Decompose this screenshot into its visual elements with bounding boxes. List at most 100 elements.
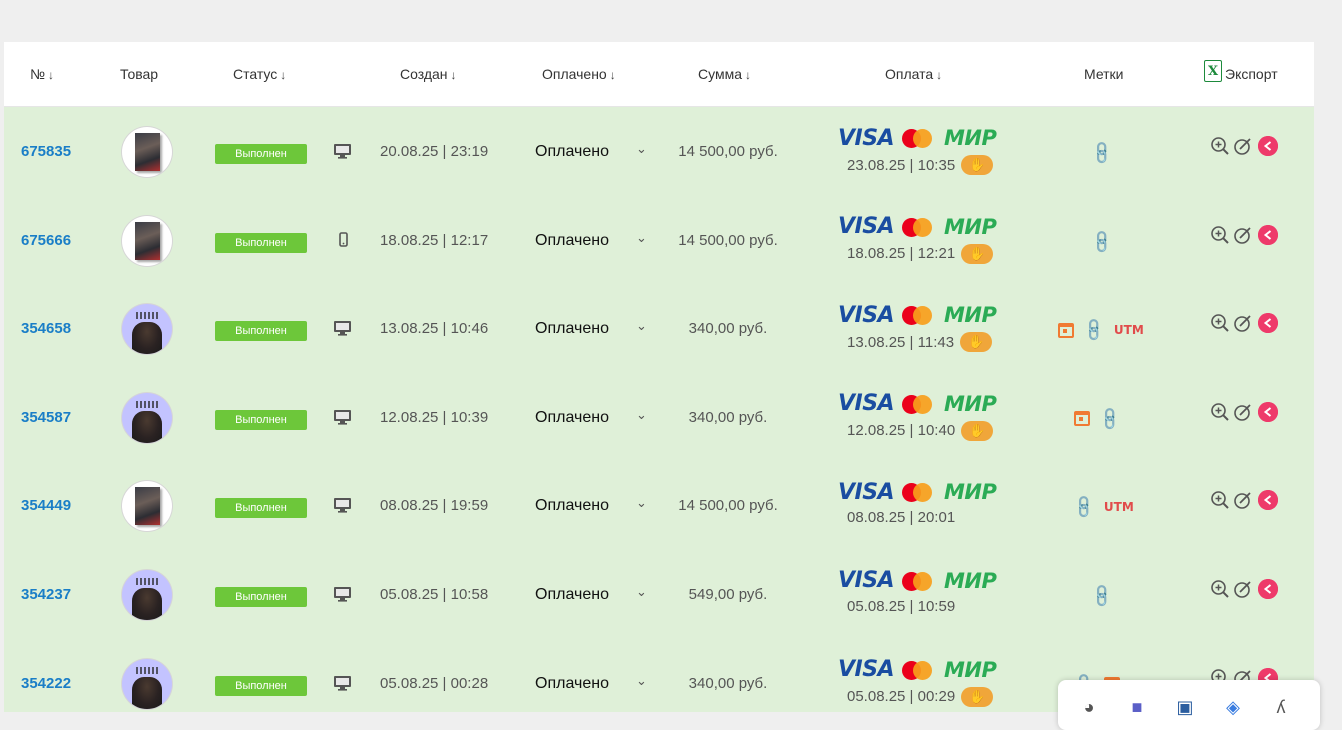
payment-status-select[interactable]: Оплачено [535, 143, 609, 161]
export-button[interactable]: X Экспорт [1204, 42, 1278, 106]
app-icon[interactable]: ◕ [1076, 694, 1102, 720]
zoom-icon[interactable] [1210, 136, 1230, 156]
link-icon[interactable]: 🔗 [1096, 405, 1124, 433]
mastercard-logo [902, 216, 938, 238]
order-number-link[interactable]: 354222 [21, 675, 71, 692]
edit-icon[interactable] [1233, 490, 1253, 510]
delete-icon[interactable] [1258, 578, 1278, 599]
app-icon[interactable]: ʎ [1268, 694, 1294, 720]
order-number-link[interactable]: 354449 [21, 497, 71, 514]
payment-status-select[interactable]: Оплачено [535, 409, 609, 427]
edit-icon[interactable] [1233, 313, 1253, 333]
payment-methods: VISA МИР [838, 391, 1000, 416]
payment-date-text: 12.08.25 | 10:40 [847, 422, 956, 440]
chevron-down-icon[interactable]: ⌄ [636, 495, 647, 511]
zoom-icon[interactable] [1210, 579, 1230, 599]
edit-icon[interactable] [1233, 579, 1253, 599]
order-number-link[interactable]: 675666 [21, 232, 71, 249]
app-icon[interactable]: ◈ [1220, 694, 1246, 720]
delete-icon[interactable] [1258, 401, 1278, 422]
hand-icon[interactable]: ✋ [961, 420, 994, 441]
chevron-down-icon[interactable]: ⌄ [636, 673, 647, 689]
payment-status-select[interactable]: Оплачено [535, 320, 609, 338]
mastercard-logo [902, 127, 938, 149]
hand-icon[interactable]: ✋ [961, 243, 994, 264]
chevron-down-icon[interactable]: ⌄ [636, 407, 647, 423]
product-thumbnail[interactable] [122, 569, 172, 620]
status-badge: Выполнен [215, 321, 307, 342]
row-tags: 🔗 [1089, 229, 1115, 255]
chevron-down-icon[interactable]: ⌄ [636, 230, 647, 246]
edit-icon[interactable] [1233, 136, 1253, 156]
chevron-down-icon[interactable]: ⌄ [636, 318, 647, 334]
order-number-link[interactable]: 675835 [21, 143, 71, 160]
link-icon[interactable]: 🔗 [1080, 316, 1108, 344]
utm-label[interactable]: UTM [1104, 500, 1134, 514]
payment-status-select[interactable]: Оплачено [535, 675, 609, 693]
app-icon[interactable]: ▣ [1172, 694, 1198, 720]
link-icon[interactable]: 🔗 [1088, 582, 1116, 610]
delete-icon[interactable] [1258, 490, 1278, 511]
edit-icon[interactable] [1233, 225, 1253, 245]
product-thumbnail[interactable] [122, 215, 172, 266]
product-thumbnail[interactable] [122, 304, 172, 355]
orders-table: № ↓ Товар Статус ↓ Создан ↓ Оплачено ↓ Сумма… [4, 42, 1314, 712]
teams-icon[interactable]: ■ [1124, 694, 1150, 720]
table-body: 675835 Выполнен 20.08.25 | 23:19 Оплачен… [4, 107, 1314, 712]
created-date: 18.08.25 | 12:17 [380, 231, 489, 249]
payment-date-text: 05.08.25 | 00:29 [847, 688, 956, 706]
delete-icon[interactable] [1258, 313, 1278, 334]
payment-status-select[interactable]: Оплачено [535, 586, 609, 604]
link-icon[interactable]: 🔗 [1070, 493, 1098, 521]
visa-logo: VISA [838, 302, 895, 328]
chevron-down-icon[interactable]: ⌄ [636, 584, 647, 600]
payment-methods: VISA МИР [838, 480, 1000, 505]
order-sum: 549,00 руб. [688, 585, 768, 603]
header-status[interactable]: Статус ↓ [233, 42, 286, 106]
visa-logo: VISA [838, 568, 895, 594]
zoom-icon[interactable] [1210, 225, 1230, 245]
zoom-icon[interactable] [1210, 490, 1230, 510]
edit-icon[interactable] [1233, 402, 1253, 422]
payment-methods: VISA МИР [838, 657, 1000, 683]
order-number-link[interactable]: 354658 [21, 320, 71, 337]
row-actions [1210, 401, 1278, 422]
link-icon[interactable]: 🔗 [1088, 139, 1116, 167]
product-thumbnail[interactable] [122, 392, 172, 443]
product-thumbnail[interactable] [122, 127, 172, 177]
visa-logo: VISA [838, 657, 895, 683]
delete-icon[interactable] [1258, 136, 1278, 156]
order-number-link[interactable]: 354587 [21, 409, 71, 426]
product-thumbnail[interactable] [122, 658, 172, 709]
order-number-link[interactable]: 354237 [21, 586, 71, 603]
hand-icon[interactable]: ✋ [961, 155, 994, 175]
link-icon[interactable]: 🔗 [1088, 227, 1116, 255]
hand-icon[interactable]: ✋ [960, 332, 993, 353]
header-created[interactable]: Создан ↓ [400, 42, 457, 106]
mastercard-logo [902, 570, 938, 592]
payment-methods: VISA МИР [838, 302, 1000, 328]
created-date: 13.08.25 | 10:46 [380, 320, 489, 338]
header-sum[interactable]: Сумма ↓ [698, 42, 751, 106]
header-paid[interactable]: Оплачено ↓ [542, 42, 616, 106]
order-sum: 14 500,00 руб. [678, 143, 778, 160]
row-actions [1210, 313, 1278, 334]
zoom-icon[interactable] [1210, 313, 1230, 333]
mir-logo: МИР [944, 391, 997, 416]
hand-icon[interactable]: ✋ [961, 686, 994, 707]
calendar-icon[interactable] [1058, 322, 1074, 338]
sort-arrow-icon: ↓ [745, 68, 751, 82]
calendar-icon[interactable] [1074, 411, 1090, 427]
mobile-icon [332, 230, 354, 250]
header-num[interactable]: № ↓ [30, 42, 54, 106]
created-date: 05.08.25 | 00:28 [380, 674, 489, 692]
payment-status-select[interactable]: Оплачено [535, 497, 609, 515]
payment-date: 05.08.25 | 10:59 [847, 598, 955, 615]
delete-icon[interactable] [1258, 224, 1278, 245]
payment-status-select[interactable]: Оплачено [535, 232, 609, 250]
chevron-down-icon[interactable]: ⌄ [636, 141, 647, 157]
zoom-icon[interactable] [1210, 402, 1230, 422]
utm-label[interactable]: UTM [1114, 323, 1144, 337]
product-thumbnail[interactable] [122, 481, 172, 532]
header-payment[interactable]: Оплата ↓ [885, 42, 942, 106]
